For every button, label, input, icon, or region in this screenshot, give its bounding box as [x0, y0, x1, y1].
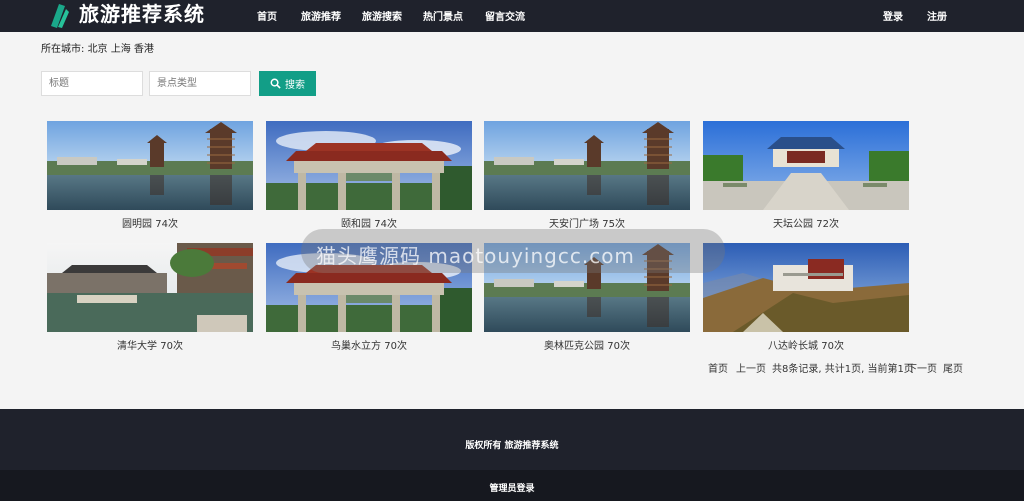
attraction-image[interactable] [47, 121, 253, 210]
nav-hot-spots[interactable]: 热门景点 [423, 8, 463, 23]
type-search-input[interactable] [149, 71, 251, 96]
attraction-image[interactable] [703, 243, 909, 332]
nav-recommend[interactable]: 旅游推荐 [301, 8, 341, 23]
attraction-card[interactable]: 圆明园 74次 [47, 121, 253, 230]
watermark-text: 猫头鹰源码 maotouyingcc.com [316, 244, 635, 268]
attraction-image[interactable] [266, 121, 472, 210]
attraction-card[interactable]: 八达岭长城 70次 [703, 243, 909, 352]
title-search-input[interactable] [41, 71, 143, 96]
top-header: 旅游推荐系统 首页 旅游推荐 旅游搜索 热门景点 留言交流 登录 注册 [0, 0, 1024, 32]
site-title[interactable]: 旅游推荐系统 [79, 2, 205, 26]
pager-first[interactable]: 首页 [708, 360, 728, 375]
attraction-card[interactable]: 颐和园 74次 [266, 121, 472, 230]
city-label: 所在城市: [41, 44, 85, 55]
footer-copyright: 版权所有 旅游推荐系统 [465, 441, 559, 451]
attraction-image[interactable] [484, 121, 690, 210]
search-icon [270, 78, 281, 89]
city-list[interactable]: 北京 上海 香港 [88, 44, 154, 55]
attraction-name[interactable]: 清华大学 70次 [47, 337, 253, 352]
search-button[interactable]: 搜索 [259, 71, 316, 96]
nav-search[interactable]: 旅游搜索 [362, 8, 402, 23]
attraction-name[interactable]: 圆明园 74次 [47, 215, 253, 230]
attraction-name[interactable]: 天坛公园 72次 [703, 215, 909, 230]
attraction-name[interactable]: 八达岭长城 70次 [703, 337, 909, 352]
attraction-name[interactable]: 奥林匹克公园 70次 [484, 337, 690, 352]
pager-next[interactable]: 下一页 [907, 360, 937, 375]
attraction-card[interactable]: 天安门广场 75次 [484, 121, 690, 230]
attraction-name[interactable]: 鸟巢水立方 70次 [266, 337, 472, 352]
nav-home[interactable]: 首页 [257, 8, 277, 23]
search-button-label: 搜索 [285, 80, 305, 91]
login-link[interactable]: 登录 [883, 8, 903, 23]
footer-bottom: 管理员登录 [0, 470, 1024, 501]
pager-prev[interactable]: 上一页 [736, 360, 766, 375]
attraction-image[interactable] [703, 121, 909, 210]
pager-info: 共8条记录, 共计1页, 当前第1页 [772, 364, 914, 375]
pager-last[interactable]: 尾页 [943, 360, 963, 375]
city-line: 所在城市: 北京 上海 香港 [41, 40, 154, 55]
admin-login-link[interactable]: 管理员登录 [0, 481, 1024, 494]
attraction-name[interactable]: 颐和园 74次 [266, 215, 472, 230]
nav-messages[interactable]: 留言交流 [485, 8, 525, 23]
attraction-card[interactable]: 清华大学 70次 [47, 243, 253, 352]
attraction-card[interactable]: 天坛公园 72次 [703, 121, 909, 230]
attraction-image[interactable] [47, 243, 253, 332]
register-link[interactable]: 注册 [927, 8, 947, 23]
footer: 版权所有 旅游推荐系统 [0, 409, 1024, 470]
attraction-name[interactable]: 天安门广场 75次 [484, 215, 690, 230]
logo-leaf-icon [51, 4, 69, 28]
